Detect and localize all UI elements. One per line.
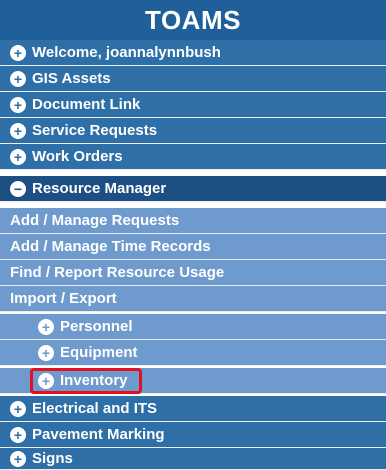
- plus-circle-icon: +: [10, 400, 26, 417]
- menu-item-signs[interactable]: + Signs: [0, 448, 386, 470]
- submenu-link-add-manage-requests[interactable]: Add / Manage Requests: [0, 208, 386, 234]
- menu-item-label: Welcome, joannalynnbush: [32, 44, 221, 61]
- submenu-link-import-export[interactable]: Import / Export: [0, 286, 386, 312]
- menu-item-label: Signs: [32, 450, 73, 467]
- menu-item-service-requests[interactable]: + Service Requests: [0, 118, 386, 144]
- plus-circle-icon: +: [10, 426, 26, 443]
- submenu-link-find-report-resource-usage[interactable]: Find / Report Resource Usage: [0, 260, 386, 286]
- menu-item-resource-manager[interactable]: − Resource Manager: [0, 176, 386, 202]
- menu-item-label: GIS Assets: [32, 70, 111, 87]
- plus-circle-icon: +: [10, 70, 26, 87]
- menu-item-work-orders[interactable]: + Work Orders: [0, 144, 386, 170]
- submenu-link-add-manage-time-records[interactable]: Add / Manage Time Records: [0, 234, 386, 260]
- plus-circle-icon: +: [10, 44, 26, 61]
- menu-item-electrical-and-its[interactable]: + Electrical and ITS: [0, 396, 386, 422]
- menu-item-pavement-marking[interactable]: + Pavement Marking: [0, 422, 386, 448]
- submenu-group-personnel[interactable]: + Personnel: [0, 314, 386, 340]
- menu-item-label: Work Orders: [32, 148, 123, 165]
- submenu-link-label: Import / Export: [10, 290, 117, 307]
- side-menu: TOAMS + Welcome, joannalynnbush + GIS As…: [0, 0, 386, 470]
- menu-item-gis-assets[interactable]: + GIS Assets: [0, 66, 386, 92]
- menu-item-label: Document Link: [32, 96, 141, 113]
- plus-circle-icon: +: [38, 318, 54, 335]
- submenu-group-label: Personnel: [60, 318, 133, 335]
- menu-item-welcome[interactable]: + Welcome, joannalynnbush: [0, 40, 386, 66]
- plus-circle-icon: +: [10, 96, 26, 113]
- submenu-link-label: Find / Report Resource Usage: [10, 264, 225, 281]
- plus-circle-icon: +: [10, 450, 26, 467]
- submenu-group-equipment[interactable]: + Equipment: [0, 340, 386, 366]
- submenu-link-label: Add / Manage Requests: [10, 212, 180, 229]
- submenu-link-label: Add / Manage Time Records: [10, 238, 211, 255]
- minus-circle-icon: −: [10, 180, 26, 197]
- menu-item-document-link[interactable]: + Document Link: [0, 92, 386, 118]
- menu-item-label: Resource Manager: [32, 180, 167, 197]
- app-title: TOAMS: [0, 0, 386, 40]
- submenu-group-inventory[interactable]: + Inventory: [0, 368, 386, 394]
- plus-circle-icon: +: [10, 148, 26, 165]
- submenu-group-label: Inventory: [60, 372, 128, 389]
- menu-item-label: Electrical and ITS: [32, 400, 158, 417]
- plus-circle-icon: +: [38, 344, 54, 361]
- menu-item-label: Service Requests: [32, 122, 158, 139]
- menu-item-label: Pavement Marking: [32, 426, 165, 443]
- plus-circle-icon: +: [38, 372, 54, 389]
- submenu-group-label: Equipment: [60, 344, 138, 361]
- plus-circle-icon: +: [10, 122, 26, 139]
